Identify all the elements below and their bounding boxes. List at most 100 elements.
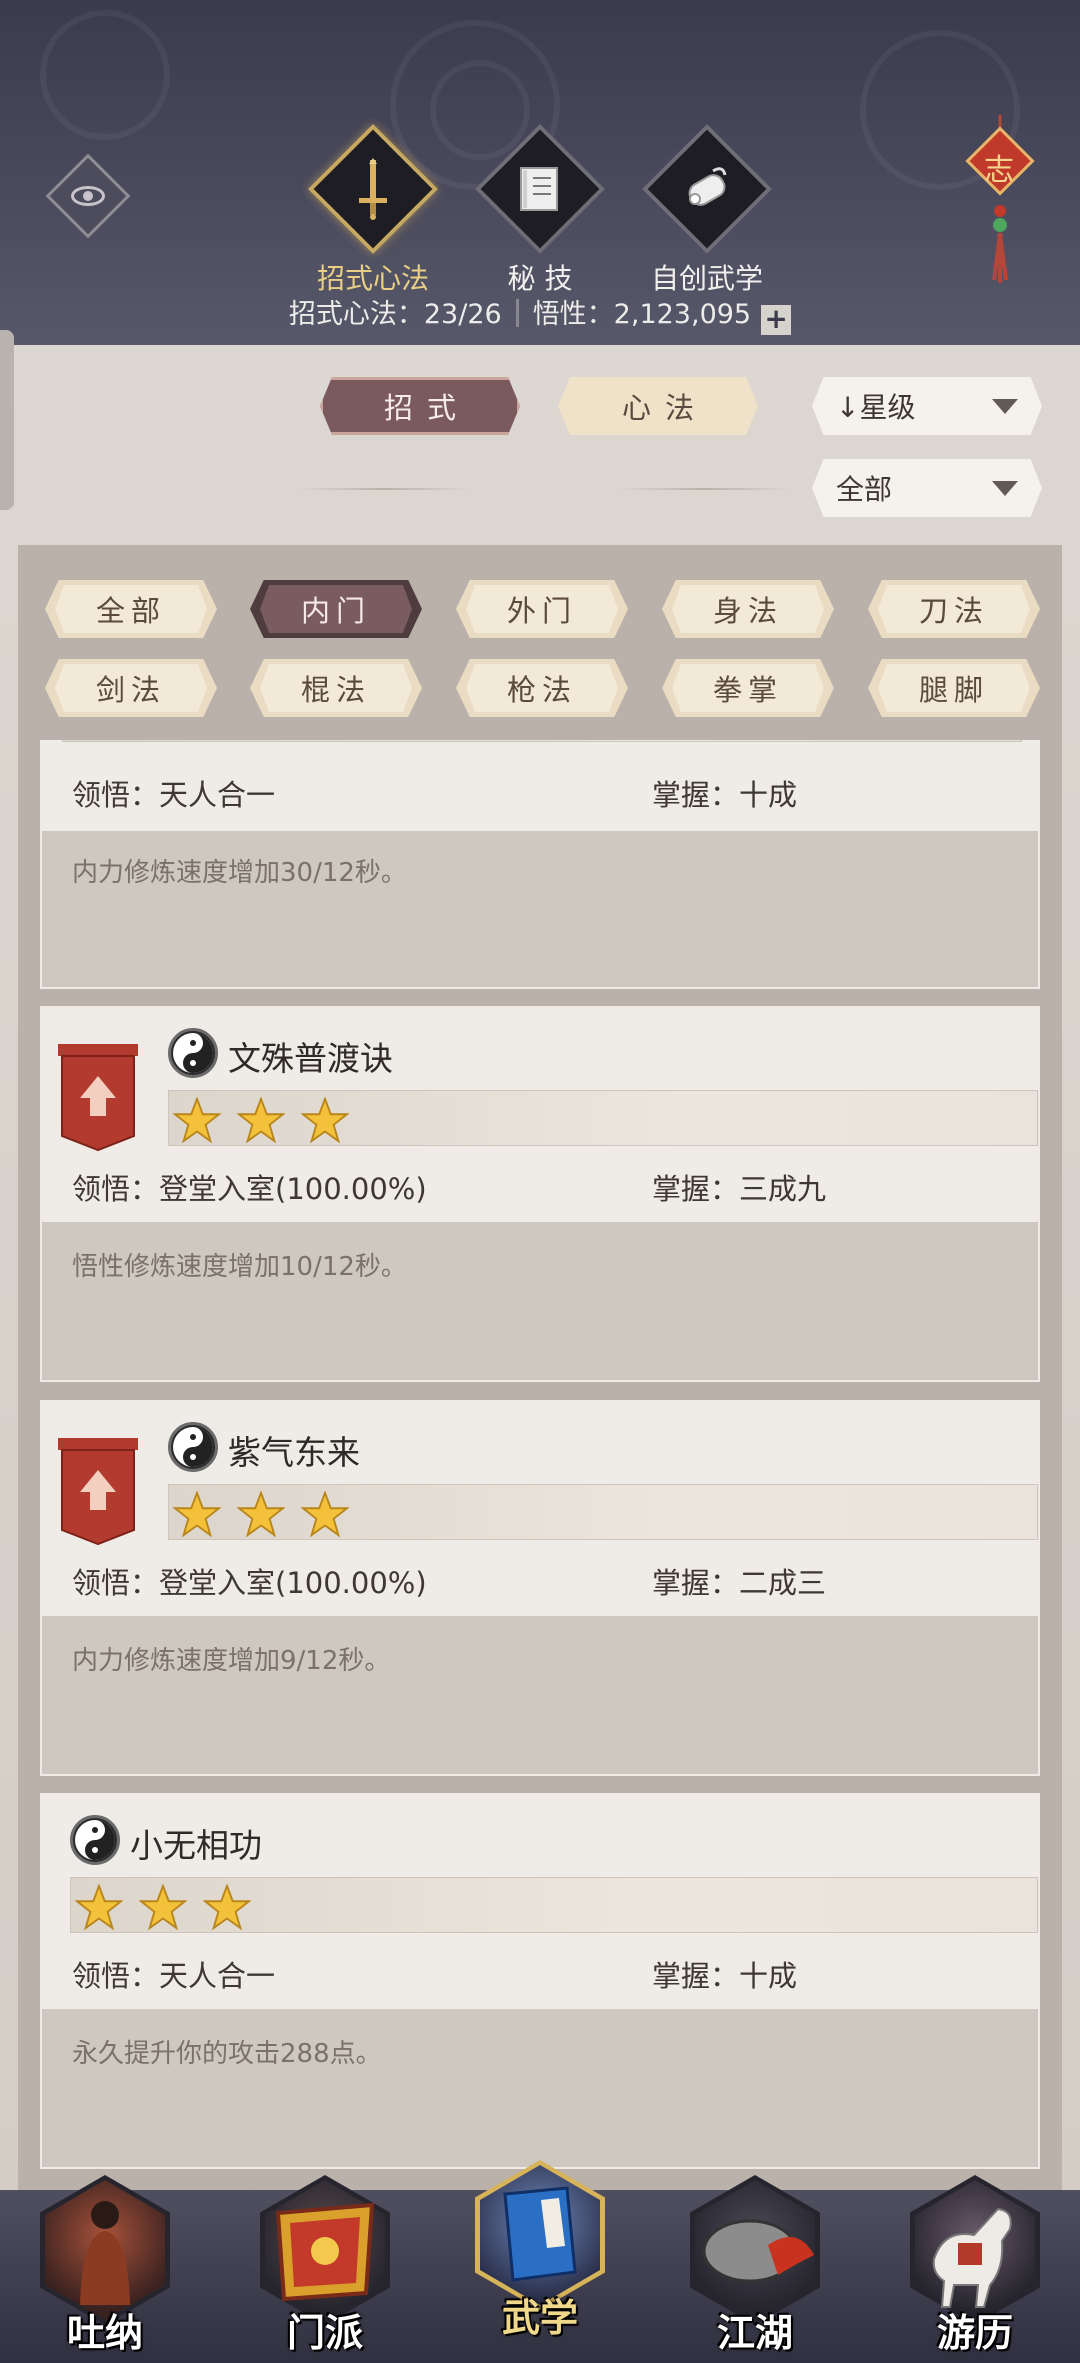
filter-chip[interactable]: 身法: [662, 580, 834, 638]
manual-icon: [503, 2186, 577, 2282]
banner-icon: [275, 2203, 375, 2302]
stats-line: 招式心法：23/26 悟性：2,123,095 +: [0, 292, 1080, 335]
segment-label: 心法: [621, 391, 708, 425]
segment-mental-button[interactable]: 心法: [558, 377, 758, 435]
star-rating: [168, 1090, 1038, 1146]
nav-sect[interactable]: 门派: [250, 2175, 400, 2363]
filter-chip[interactable]: 外门: [456, 580, 628, 638]
knot-character: 志: [984, 153, 1014, 188]
mastery-text: 掌握：十成: [652, 1959, 798, 1993]
star-icon: [173, 1097, 221, 1143]
comprehension-text: 领悟：天人合一: [72, 1959, 276, 1993]
skill-description: 悟性修炼速度增加10/12秒。: [72, 1252, 407, 1282]
comprehension-text: 领悟：登堂入室(100.00%): [72, 1172, 427, 1206]
filter-chip[interactable]: 棍法: [250, 659, 422, 717]
sort-dropdown[interactable]: ↓星级: [812, 377, 1042, 435]
eye-toggle-button[interactable]: [45, 153, 131, 239]
sort-value: ↓星级: [836, 391, 916, 424]
filter-chip-label: 刀法: [918, 594, 989, 628]
filter-chip-label: 枪法: [506, 673, 577, 707]
filter-chip-label: 拳掌: [712, 673, 783, 707]
filter-chip[interactable]: 拳掌: [662, 659, 834, 717]
chevron-down-icon: [992, 399, 1018, 414]
skill-list[interactable]: 领悟：天人合一 掌握：十成 内力修炼速度增加30/12秒。 文殊普渡诀 领悟：登…: [40, 740, 1040, 2190]
skill-name: 紫气东来: [228, 1433, 360, 1472]
star-rating: [70, 1877, 1038, 1933]
nav-label: 武学: [501, 2295, 578, 2340]
segment-label: 招式: [383, 391, 470, 425]
filter-chip[interactable]: 腿脚: [868, 659, 1040, 717]
upgrade-icon: [58, 1044, 138, 1154]
star-icon: [75, 1884, 123, 1930]
skill-card[interactable]: 紫气东来 领悟：登堂入室(100.00%) 掌握：二成三 内力修炼速度增加9/1…: [40, 1400, 1040, 1776]
decorative-divider: [300, 488, 470, 490]
filter-chip-label: 外门: [506, 594, 577, 628]
skill-card[interactable]: 文殊普渡诀 领悟：登堂入室(100.00%) 掌握：三成九 悟性修炼速度增加10…: [40, 1006, 1040, 1382]
filter-chip-label: 棍法: [300, 673, 371, 707]
star-rating: [168, 1484, 1038, 1540]
tab-self-created[interactable]: 自创武学: [627, 123, 787, 295]
filter-chip-label: 身法: [712, 594, 783, 628]
skill-card[interactable]: 领悟：天人合一 掌握：十成 内力修炼速度增加30/12秒。: [40, 740, 1040, 989]
nav-label: 江湖: [716, 2310, 793, 2355]
segment-moves-button[interactable]: 招式: [320, 377, 520, 435]
taiji-icon: [168, 1422, 218, 1472]
nav-travel[interactable]: 游历: [900, 2175, 1050, 2363]
eye-icon: [71, 186, 105, 206]
nav-label: 游历: [936, 2310, 1013, 2355]
star-icon: [139, 1884, 187, 1930]
skill-description: 内力修炼速度增加9/12秒。: [72, 1646, 391, 1676]
nav-label: 门派: [286, 2310, 363, 2355]
filter-chip[interactable]: 剑法: [45, 659, 217, 717]
side-drawer-handle[interactable]: [0, 330, 14, 510]
star-icon: [301, 1491, 349, 1537]
star-icon: [237, 1491, 285, 1537]
tab-secret-skills[interactable]: 秘 技: [460, 123, 620, 295]
horse-icon: [932, 2207, 1012, 2308]
scroll-icon: [677, 159, 737, 219]
monk-icon: [80, 2201, 130, 2305]
chevron-down-icon: [992, 481, 1018, 496]
filter-chip[interactable]: 枪法: [456, 659, 628, 717]
star-icon: [173, 1491, 221, 1537]
mastery-text: 掌握：三成九: [652, 1172, 827, 1206]
chinese-knot-button[interactable]: 志: [960, 115, 1040, 285]
insight-value: 悟性：2,123,095: [532, 299, 752, 330]
tab-moves-mental[interactable]: 招式心法: [293, 123, 453, 295]
tab-label: 自创武学: [650, 262, 763, 295]
skill-card[interactable]: 小无相功 领悟：天人合一 掌握：十成 永久提升你的攻击288点。: [40, 1793, 1040, 2169]
add-insight-button[interactable]: +: [761, 305, 792, 335]
filter-chip[interactable]: 内门: [250, 580, 422, 638]
filter-chip-label: 内门: [300, 594, 371, 628]
header: 招式心法 秘 技 自创武学 招式心法：23/26 悟性：2,123,095 + …: [0, 0, 1080, 345]
nav-breathe[interactable]: 吐纳: [30, 2175, 180, 2363]
skill-name: 文殊普渡诀: [228, 1039, 393, 1078]
comprehension-text: 领悟：天人合一: [72, 778, 276, 812]
nav-martial-arts[interactable]: 武学: [465, 2160, 615, 2348]
filter-chip-label: 剑法: [95, 673, 166, 707]
mastery-text: 掌握：十成: [652, 778, 798, 812]
sword-icon: [343, 158, 403, 220]
nav-jianghu[interactable]: 江湖: [680, 2175, 830, 2363]
filter-chip-label: 全部: [95, 594, 166, 628]
filter-chip[interactable]: 刀法: [868, 580, 1040, 638]
skill-description: 内力修炼速度增加30/12秒。: [72, 858, 407, 888]
filter-value: 全部: [836, 473, 893, 506]
star-icon: [301, 1097, 349, 1143]
comprehension-text: 领悟：登堂入室(100.00%): [72, 1566, 427, 1600]
filter-chip[interactable]: 全部: [45, 580, 217, 638]
book-icon: [510, 159, 570, 219]
filter-chip-label: 腿脚: [918, 673, 989, 707]
taiji-icon: [70, 1815, 120, 1865]
decorative-divider: [620, 488, 790, 490]
mastery-text: 掌握：二成三: [652, 1566, 827, 1600]
moves-count: 招式心法：23/26: [288, 299, 502, 330]
star-rating: [62, 740, 1022, 742]
upgrade-icon: [58, 1438, 138, 1548]
tab-label: 招式心法: [316, 262, 429, 295]
skill-description: 永久提升你的攻击288点。: [72, 2039, 382, 2069]
divider: [515, 299, 519, 327]
star-icon: [203, 1884, 251, 1930]
skill-name: 小无相功: [130, 1826, 262, 1865]
filter-dropdown[interactable]: 全部: [812, 459, 1042, 517]
